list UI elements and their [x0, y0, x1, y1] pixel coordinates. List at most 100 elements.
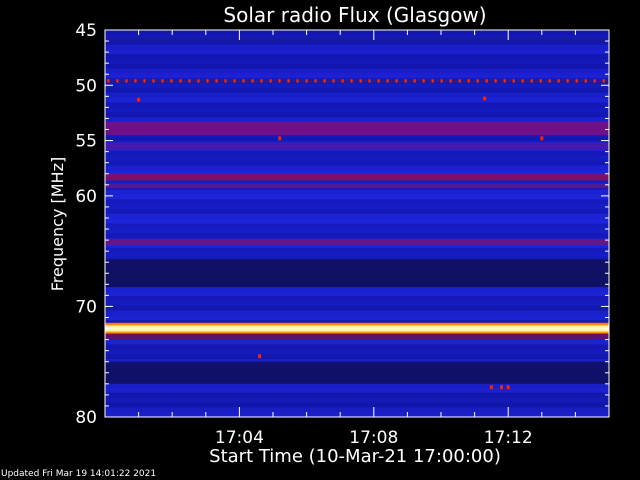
x-tick-label: 17:08: [349, 428, 398, 448]
heatmap-texture-row: [105, 73, 609, 79]
pulse-spot: [494, 79, 497, 83]
emission-spot: [499, 385, 503, 390]
pulse-spot: [323, 79, 326, 83]
pulse-spot: [305, 79, 308, 83]
y-tick-label: 80: [75, 408, 97, 428]
heatmap-band: [105, 121, 609, 136]
emission-spot: [506, 385, 510, 390]
heatmap-texture-row: [105, 194, 609, 200]
heatmap-band: [105, 259, 609, 288]
pulse-spot: [188, 79, 191, 83]
heatmap-texture-row: [105, 315, 609, 321]
pulse-spot: [602, 79, 605, 83]
heatmap-texture-row: [105, 402, 609, 408]
heatmap-texture-row: [105, 155, 609, 161]
emission-spot: [483, 96, 487, 101]
heatmap-texture-row: [105, 354, 609, 359]
heatmap-plot-area: [105, 30, 609, 417]
heatmap-texture-row: [105, 68, 609, 74]
pulse-spot: [476, 79, 479, 83]
pulse-spot: [395, 79, 398, 83]
pulse-spot: [134, 79, 137, 83]
x-tick-label: 17:04: [215, 428, 264, 448]
pulse-spot: [224, 79, 227, 83]
pulse-spot: [566, 79, 569, 83]
heatmap-band: [105, 37, 609, 43]
heatmap-band: [105, 361, 609, 384]
y-axis-label: Frequency [MHz]: [48, 157, 67, 291]
heatmap-texture-row: [105, 344, 609, 350]
heatmap-texture-row: [105, 112, 609, 118]
pulse-spot: [593, 79, 596, 83]
pulse-spot: [107, 79, 110, 83]
pulse-spot: [350, 79, 353, 83]
heatmap-texture-row: [105, 291, 609, 297]
heatmap-texture-row: [105, 160, 609, 166]
heatmap-band: [105, 173, 609, 181]
pulse-spot: [116, 79, 119, 83]
pulse-spot: [197, 79, 200, 83]
pulse-spot: [206, 79, 209, 83]
heatmap-background: [105, 30, 609, 417]
heatmap-texture-row: [105, 102, 609, 108]
heatmap-texture-row: [105, 136, 609, 142]
heatmap-texture-row: [105, 397, 609, 403]
pulse-spot: [143, 79, 146, 83]
heatmap-texture-row: [105, 209, 609, 214]
pulse-spot: [287, 79, 290, 83]
pulse-spot: [242, 79, 245, 83]
heatmap-texture-row: [105, 117, 609, 122]
heatmap-texture-row: [105, 218, 609, 224]
pulse-spot: [548, 79, 551, 83]
heatmap-texture-row: [105, 92, 609, 98]
heatmap-texture-row: [105, 59, 609, 64]
pulse-spot: [359, 79, 362, 83]
heatmap-texture-row: [105, 49, 609, 55]
heatmap-texture-row: [105, 44, 609, 50]
heatmap-texture-row: [105, 392, 609, 398]
pulse-spot: [260, 79, 263, 83]
x-tick-label: 17:12: [484, 428, 533, 448]
emission-spot: [489, 385, 493, 390]
pulse-spot: [278, 79, 281, 83]
pulse-spot: [575, 79, 578, 83]
y-tick-label: 55: [75, 132, 97, 152]
heatmap-texture-row: [105, 165, 609, 171]
heatmap-texture-row: [105, 383, 609, 388]
heatmap-texture-row: [105, 339, 609, 345]
heatmap-texture-row: [105, 252, 609, 258]
pulse-spot: [539, 79, 542, 83]
pulse-spot: [368, 79, 371, 83]
updated-timestamp: Updated Fri Mar 19 14:01:22 2021: [1, 469, 157, 479]
pulse-spot: [314, 79, 317, 83]
pulse-spot: [530, 79, 533, 83]
pulse-spot: [512, 79, 515, 83]
heatmap-texture-row: [105, 83, 609, 89]
heatmap-texture-row: [105, 412, 609, 417]
pulse-spot: [341, 79, 344, 83]
heatmap-texture-row: [105, 310, 609, 316]
heatmap-texture-row: [105, 300, 609, 306]
heatmap-band: [105, 333, 609, 340]
pulse-spot: [503, 79, 506, 83]
pulse-spot: [251, 79, 254, 83]
pulse-spot: [125, 79, 128, 83]
pulse-spot: [458, 79, 461, 83]
heatmap-texture-row: [105, 107, 609, 113]
emission-spot: [137, 97, 141, 102]
pulse-spot: [557, 79, 560, 83]
pulse-spot: [269, 79, 272, 83]
pulse-spot: [296, 79, 299, 83]
pulse-spot: [179, 79, 182, 83]
pulse-spot: [215, 79, 218, 83]
heatmap-texture-row: [105, 97, 609, 103]
pulse-spot: [404, 79, 407, 83]
x-axis-label: Start Time (10-Mar-21 17:00:00): [209, 446, 501, 467]
heatmap-texture-row: [105, 223, 609, 229]
pulse-spot: [467, 79, 470, 83]
heatmap-texture-row: [105, 213, 609, 219]
heatmap-band: [105, 239, 609, 246]
pulse-spot: [431, 79, 434, 83]
pulse-spot: [422, 79, 425, 83]
y-tick-label: 70: [75, 297, 97, 317]
